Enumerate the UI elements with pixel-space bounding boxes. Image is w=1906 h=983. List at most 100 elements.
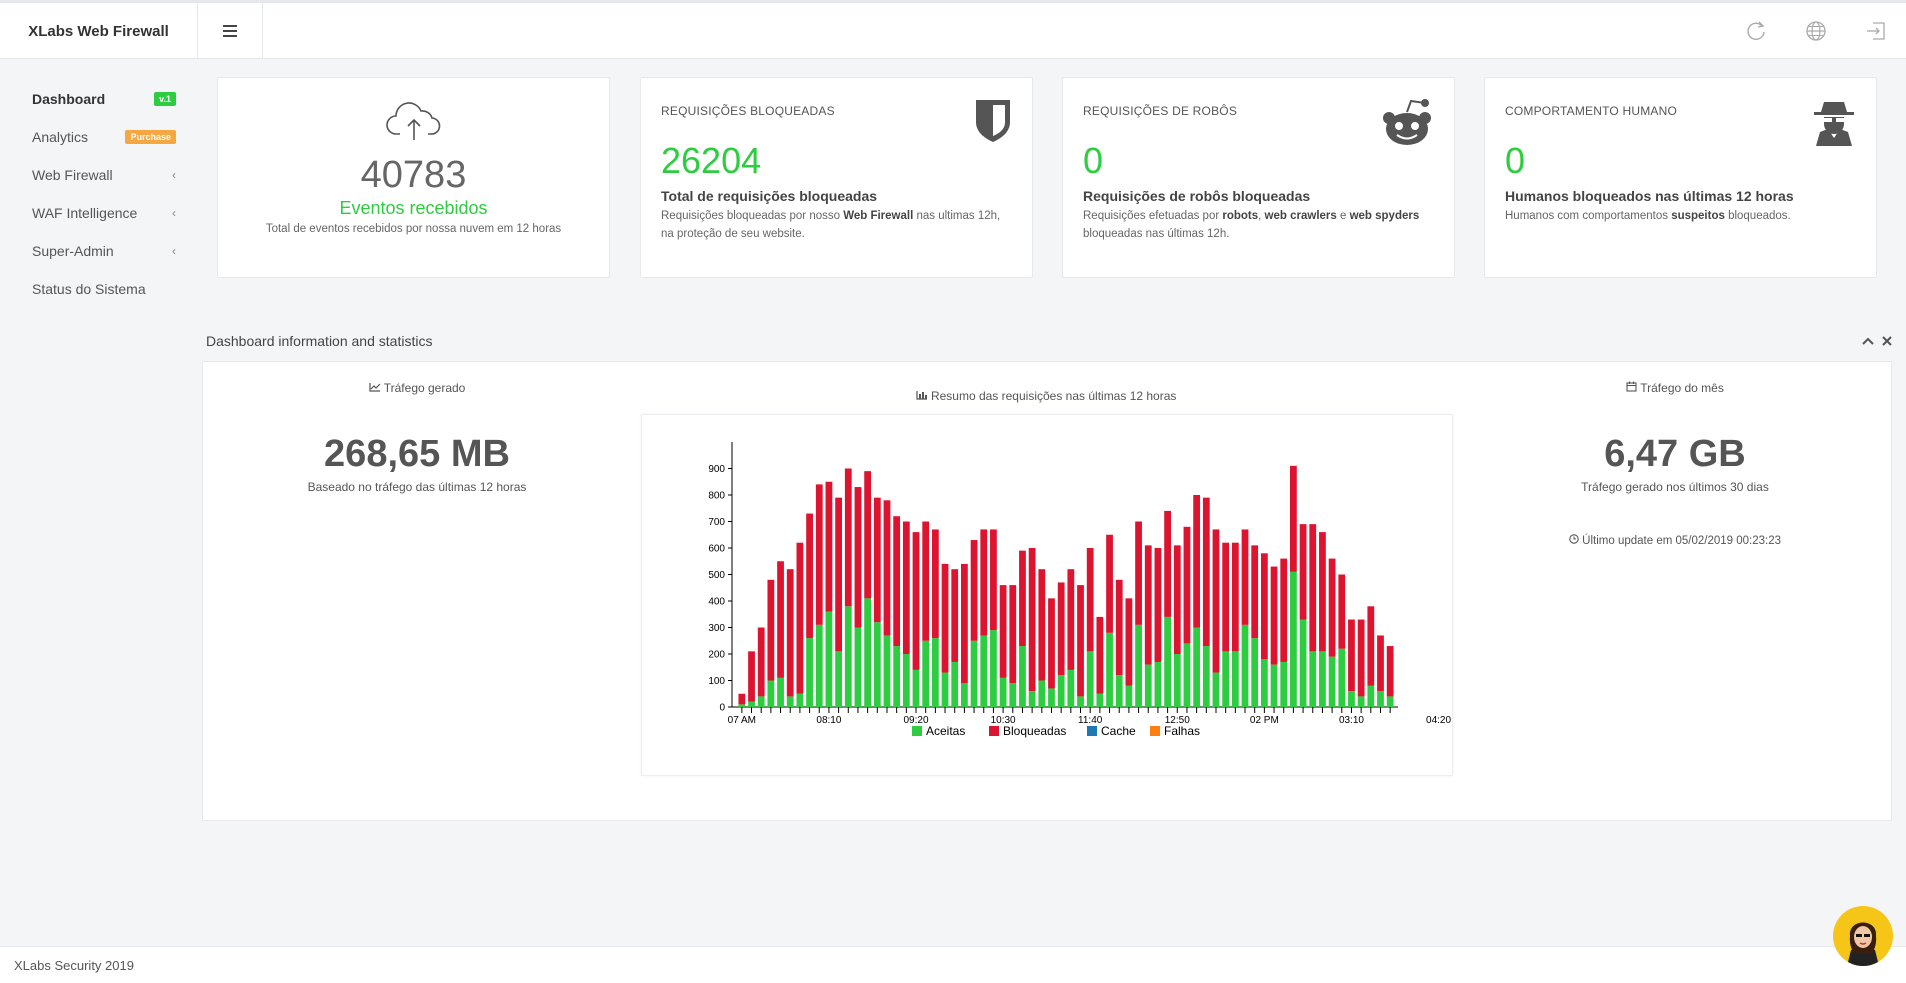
card-title: COMPORTAMENTO HUMANO bbox=[1505, 104, 1678, 118]
bar-bloqueadas bbox=[999, 585, 1007, 678]
bar-aceitas bbox=[835, 651, 842, 707]
human-count: 0 bbox=[1505, 140, 1526, 181]
bar-bloqueadas bbox=[990, 529, 997, 631]
bar-bloqueadas bbox=[835, 497, 842, 652]
robot-icon bbox=[1383, 99, 1431, 145]
bar-bloqueadas bbox=[815, 484, 823, 625]
bar-aceitas bbox=[738, 704, 746, 707]
card-description: Requisições efetuadas por robots, web cr… bbox=[1083, 210, 1420, 240]
bar-aceitas bbox=[1009, 683, 1017, 707]
bar-aceitas bbox=[854, 627, 862, 707]
sidebar-item-waf-intelligence[interactable]: WAF Intelligence ‹ bbox=[0, 194, 190, 232]
bar-aceitas bbox=[1125, 685, 1133, 707]
refresh-button[interactable] bbox=[1726, 3, 1786, 59]
bar-aceitas bbox=[1048, 688, 1055, 707]
legend-label: Bloqueadas bbox=[1003, 724, 1066, 738]
chart-heading: Resumo das requisições nas últimas 12 ho… bbox=[640, 389, 1452, 403]
bar-aceitas bbox=[999, 677, 1007, 707]
support-agent-icon bbox=[1847, 922, 1879, 966]
brand-title[interactable]: XLabs Web Firewall bbox=[0, 3, 198, 59]
events-title: Eventos recebidos bbox=[339, 198, 488, 218]
x-tick-label: 04:20 bbox=[1426, 715, 1451, 726]
bar-aceitas bbox=[922, 640, 930, 707]
events-card: 40783 Eventos recebidos Total de eventos… bbox=[217, 77, 610, 278]
bar-bloqueadas bbox=[1183, 526, 1191, 644]
language-button[interactable] bbox=[1786, 3, 1846, 59]
logout-icon bbox=[1867, 22, 1885, 40]
bar-bloqueadas bbox=[1028, 548, 1036, 692]
sidebar-item-super-admin[interactable]: Super-Admin ‹ bbox=[0, 232, 190, 270]
bar-bloqueadas bbox=[796, 542, 804, 694]
events-count: 40783 bbox=[360, 154, 467, 196]
y-tick-label: 300 bbox=[708, 623, 725, 634]
chevron-left-icon: ‹ bbox=[172, 206, 176, 220]
y-tick-label: 200 bbox=[708, 650, 725, 661]
x-tick-label: 08:10 bbox=[816, 715, 841, 726]
bar-aceitas bbox=[990, 630, 997, 707]
purchase-badge: Purchase bbox=[125, 130, 176, 144]
menu-toggle-button[interactable] bbox=[198, 3, 263, 59]
close-button[interactable] bbox=[1882, 334, 1892, 349]
legend-label: Falhas bbox=[1164, 724, 1200, 738]
bar-bloqueadas bbox=[767, 579, 775, 681]
bar-bloqueadas bbox=[1067, 569, 1075, 670]
bar-bloqueadas bbox=[1212, 529, 1220, 673]
requests-chart-container: 0 100 200 300 400 500 600 700 800 900 07 AM 08:10 09… bbox=[641, 414, 1539, 776]
bar-aceitas bbox=[1164, 616, 1171, 707]
bar-aceitas bbox=[1231, 651, 1239, 707]
last-update: Último update em 05/02/2019 00:23:23 bbox=[1475, 534, 1875, 547]
sidebar-item-dashboard[interactable]: Dashboard v.1 bbox=[0, 80, 190, 118]
bar-aceitas bbox=[941, 672, 949, 707]
calendar-icon bbox=[1626, 381, 1637, 392]
bar-bloqueadas bbox=[1125, 598, 1133, 686]
support-avatar[interactable] bbox=[1833, 906, 1893, 966]
bar-aceitas bbox=[1251, 638, 1259, 707]
month-heading: Tráfego do mês bbox=[1475, 381, 1875, 395]
shield-icon bbox=[976, 100, 1010, 142]
bar-bloqueadas bbox=[951, 569, 959, 662]
bar-aceitas bbox=[951, 661, 959, 707]
traffic-subtitle: Baseado no tráfego das últimas 12 horas bbox=[307, 480, 527, 494]
card-subtitle: Humanos bloqueados nas últimas 12 horas bbox=[1505, 188, 1794, 204]
bar-aceitas bbox=[1319, 651, 1326, 707]
sidebar-item-analytics[interactable]: Analytics Purchase bbox=[0, 118, 190, 156]
traffic-heading: Tráfego gerado bbox=[217, 381, 617, 395]
chevron-up-icon bbox=[1862, 337, 1874, 345]
bar-bloqueadas bbox=[1299, 524, 1307, 620]
monthly-traffic: Tráfego do mês 6,47 GB Tráfego gerado no… bbox=[1475, 381, 1875, 547]
top-navbar: XLabs Web Firewall bbox=[0, 0, 1906, 59]
clock-icon bbox=[1569, 534, 1579, 544]
line-chart-icon bbox=[369, 383, 381, 392]
chevron-left-icon: ‹ bbox=[172, 168, 176, 182]
bar-aceitas bbox=[1212, 672, 1220, 707]
bar-aceitas bbox=[1144, 664, 1152, 707]
logout-button[interactable] bbox=[1846, 3, 1906, 59]
blocked-requests-card: REQUISIÇÕES BLOQUEADAS 26204 Total de re… bbox=[640, 77, 1033, 278]
sidebar-item-label: Web Firewall bbox=[32, 167, 113, 183]
bar-aceitas bbox=[1338, 648, 1346, 707]
bar-bloqueadas bbox=[1241, 529, 1249, 625]
sidebar-item-label: WAF Intelligence bbox=[32, 205, 138, 221]
bar-bloqueadas bbox=[748, 651, 755, 702]
bar-bloqueadas bbox=[1270, 566, 1278, 665]
bar-aceitas bbox=[1154, 661, 1162, 707]
traffic-value: 268,65 MB bbox=[324, 433, 510, 475]
x-tick-label: 11:40 bbox=[1078, 715, 1103, 726]
bar-aceitas bbox=[912, 669, 920, 707]
bar-bloqueadas bbox=[1260, 553, 1268, 660]
bar-aceitas bbox=[1377, 691, 1384, 707]
spy-icon bbox=[1814, 102, 1854, 146]
human-behavior-card: COMPORTAMENTO HUMANO 0 Humanos bloqueado… bbox=[1484, 77, 1877, 278]
bar-bloqueadas bbox=[844, 468, 852, 607]
bar-aceitas bbox=[1115, 675, 1123, 707]
legend-label: Cache bbox=[1101, 724, 1136, 738]
bar-bloqueadas bbox=[864, 471, 872, 599]
sidebar-item-web-firewall[interactable]: Web Firewall ‹ bbox=[0, 156, 190, 194]
bar-aceitas bbox=[748, 701, 755, 707]
collapse-button[interactable] bbox=[1862, 334, 1874, 349]
bar-aceitas bbox=[1183, 643, 1191, 707]
sidebar-item-status[interactable]: Status do Sistema bbox=[0, 270, 190, 308]
sidebar: Dashboard v.1 Analytics Purchase Web Fir… bbox=[0, 80, 190, 308]
bar-aceitas bbox=[1328, 656, 1336, 707]
card-subtitle: Requisições de robôs bloqueadas bbox=[1083, 188, 1311, 204]
